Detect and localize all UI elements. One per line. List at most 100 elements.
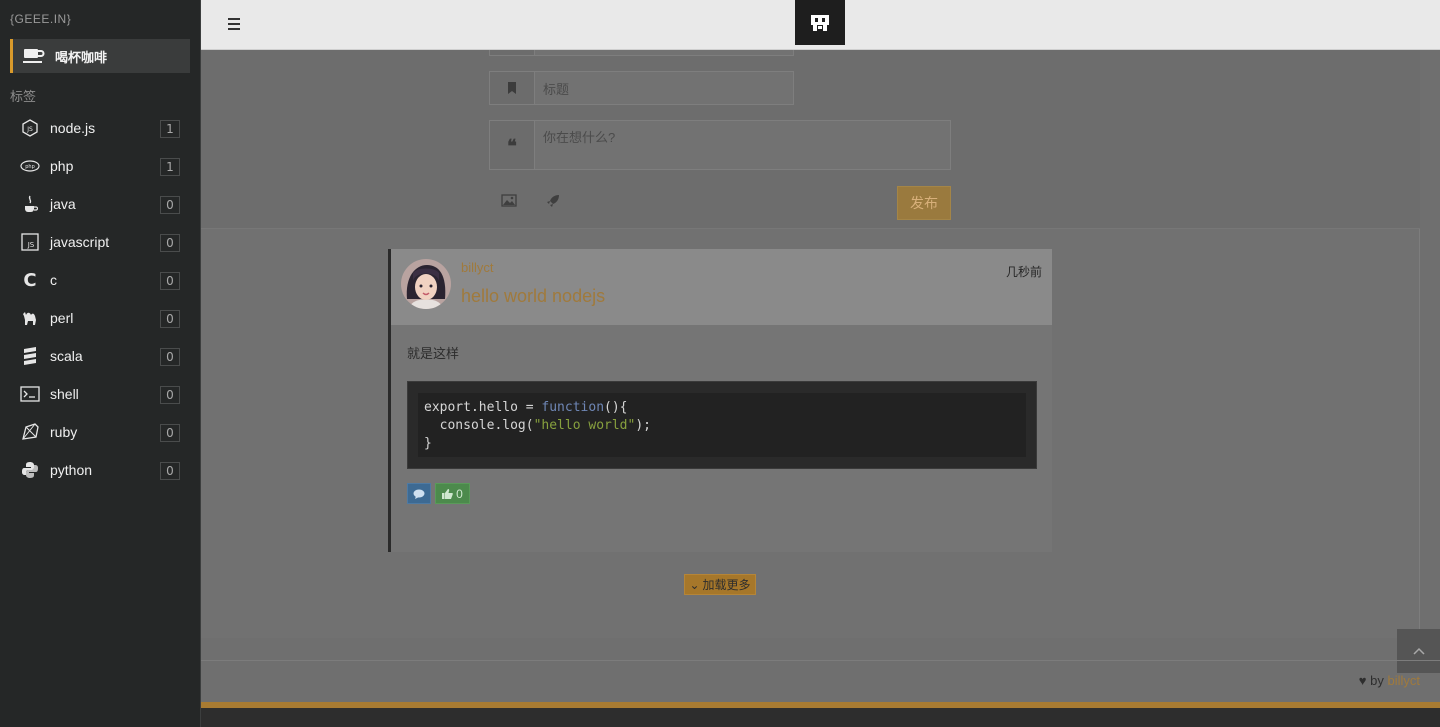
tag-count: 1	[160, 158, 180, 176]
code-keyword: function	[541, 400, 605, 415]
main-area: ✉ billy_allen@126.com 标题 ❝ 你在想什么? 发布	[201, 0, 1440, 727]
sidebar-item-shell[interactable]: shell 0	[0, 375, 200, 413]
tag-label: javascript	[50, 234, 110, 250]
tag-list: JS node.js 1 php php 1 java 0 JS javascr…	[0, 109, 200, 489]
title-placeholder: 标题	[543, 81, 570, 97]
tag-label: python	[50, 462, 93, 478]
tag-count: 0	[160, 386, 180, 404]
sidebar-item-javascript[interactable]: JS javascript 0	[0, 223, 200, 261]
nodejs-icon: JS	[20, 118, 40, 138]
post-text: 就是这样	[407, 346, 460, 361]
sidebar-item-java[interactable]: java 0	[0, 185, 200, 223]
footer-credit: ♥ by billyct	[1359, 673, 1420, 688]
site-logo[interactable]	[795, 0, 845, 45]
brand-logo-text[interactable]: {GEEE.IN}	[10, 12, 71, 26]
terminal-icon	[20, 384, 40, 404]
like-button[interactable]: 0	[435, 483, 470, 504]
post-author[interactable]: billyct	[461, 260, 494, 275]
menu-icon-bar	[228, 23, 240, 25]
javascript-icon: JS	[20, 232, 40, 252]
tag-count: 0	[160, 196, 180, 214]
tag-label: shell	[50, 386, 79, 402]
tag-label: java	[50, 196, 76, 212]
tag-label: perl	[50, 310, 74, 326]
footer-by: by	[1370, 673, 1384, 688]
php-icon: php	[20, 156, 40, 176]
tag-count: 0	[160, 348, 180, 366]
top-bar	[201, 0, 1440, 50]
quote-icon: ❝	[490, 121, 535, 169]
thumbs-up-icon	[442, 488, 453, 499]
footer-author-link[interactable]: billyct	[1387, 673, 1420, 688]
tag-count: 0	[160, 234, 180, 252]
sidebar-item-scala[interactable]: scala 0	[0, 337, 200, 375]
chevron-down-icon: ⌄	[689, 577, 700, 592]
body-textarea[interactable]: ❝ 你在想什么?	[489, 120, 951, 170]
post-header: billyct hello world nodejs 几秒前	[391, 249, 1052, 325]
sidebar-item-php[interactable]: php php 1	[0, 147, 200, 185]
title-input[interactable]: 标题	[489, 71, 794, 105]
post-title[interactable]: hello world nodejs	[461, 286, 605, 307]
chevron-up-icon	[1412, 647, 1425, 655]
scroll-top-button[interactable]	[1397, 629, 1440, 673]
tag-label: scala	[50, 348, 83, 364]
code-token: console.log(	[424, 418, 534, 433]
tag-label: node.js	[50, 120, 96, 136]
post-card: billyct hello world nodejs 几秒前 就是这样 expo…	[388, 249, 1052, 552]
svg-text:php: php	[25, 164, 35, 170]
menu-icon-bar	[228, 18, 240, 20]
comment-button[interactable]	[407, 483, 431, 504]
ruby-icon	[20, 422, 40, 442]
menu-toggle-button[interactable]	[228, 18, 240, 30]
logo-icon	[811, 14, 829, 31]
post-time: 几秒前	[1005, 265, 1042, 279]
sidebar-item-python[interactable]: python 0	[0, 451, 200, 489]
code-token: export.hello =	[424, 400, 542, 415]
avatar[interactable]	[401, 259, 451, 309]
code-line: }	[424, 436, 432, 451]
code-content: export.hello = function(){ console.log("…	[418, 393, 1026, 457]
tag-label: c	[50, 272, 57, 288]
heart-icon: ♥	[1358, 673, 1367, 688]
code-line: export.hello = function(){	[424, 399, 1020, 417]
code-string: "hello world"	[533, 418, 636, 433]
image-upload-icon[interactable]	[501, 194, 517, 210]
code-token: (){	[604, 400, 628, 415]
sidebar-item-c[interactable]: C c 0	[0, 261, 200, 299]
sidebar-item-coffee[interactable]: 喝杯咖啡	[10, 39, 190, 73]
camel-icon	[20, 308, 40, 328]
code-block: export.hello = function(){ console.log("…	[407, 381, 1037, 469]
load-more-button[interactable]: ⌄ 加载更多	[684, 574, 756, 595]
tag-count: 0	[160, 424, 180, 442]
footer-divider	[201, 660, 1440, 661]
tag-count: 0	[160, 310, 180, 328]
menu-icon-bar	[228, 28, 240, 30]
load-more-label: 加载更多	[702, 578, 751, 592]
tag-count: 1	[160, 120, 180, 138]
tag-label: php	[50, 158, 74, 174]
java-icon	[20, 194, 40, 214]
tags-section-label: 标签	[10, 89, 37, 104]
sidebar-item-ruby[interactable]: ruby 0	[0, 413, 200, 451]
bookmark-icon	[490, 72, 535, 104]
body-placeholder: 你在想什么?	[543, 130, 616, 145]
c-icon: C	[23, 269, 37, 291]
sidebar: {GEEE.IN} 喝杯咖啡 标签 JS node.js 1 php php 1	[0, 0, 201, 727]
python-icon	[20, 460, 40, 480]
code-line: console.log("hello world");	[424, 417, 1020, 435]
sidebar-item-label: 喝杯咖啡	[55, 49, 108, 65]
sidebar-item-perl[interactable]: perl 0	[0, 299, 200, 337]
footer-bottom	[201, 708, 1440, 727]
svg-text:JS: JS	[26, 126, 33, 133]
tag-label: ruby	[50, 424, 78, 440]
publish-button[interactable]: 发布	[897, 186, 951, 220]
svg-text:JS: JS	[27, 241, 35, 249]
scala-icon	[20, 346, 40, 366]
like-count: 0	[456, 486, 463, 501]
tag-count: 0	[160, 272, 180, 290]
coffee-icon	[23, 48, 45, 64]
code-token: );	[635, 418, 651, 433]
sidebar-item-nodejs[interactable]: JS node.js 1	[0, 109, 200, 147]
rocket-icon[interactable]	[546, 194, 560, 211]
tag-count: 0	[160, 462, 180, 480]
